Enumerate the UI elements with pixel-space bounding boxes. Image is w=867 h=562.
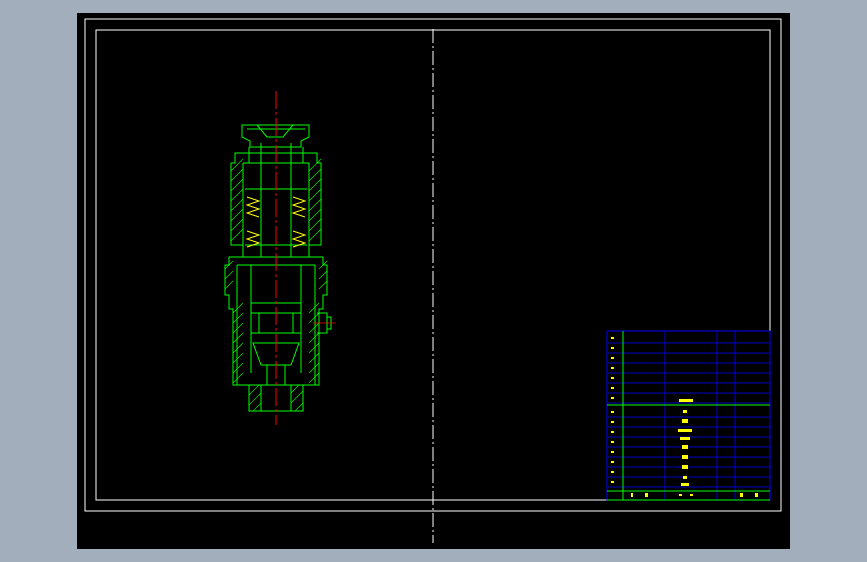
title-block <box>606 330 771 501</box>
cad-drawing <box>84 18 782 543</box>
valve-section-view <box>224 124 332 412</box>
cad-drawing-canvas[interactable] <box>77 13 790 549</box>
